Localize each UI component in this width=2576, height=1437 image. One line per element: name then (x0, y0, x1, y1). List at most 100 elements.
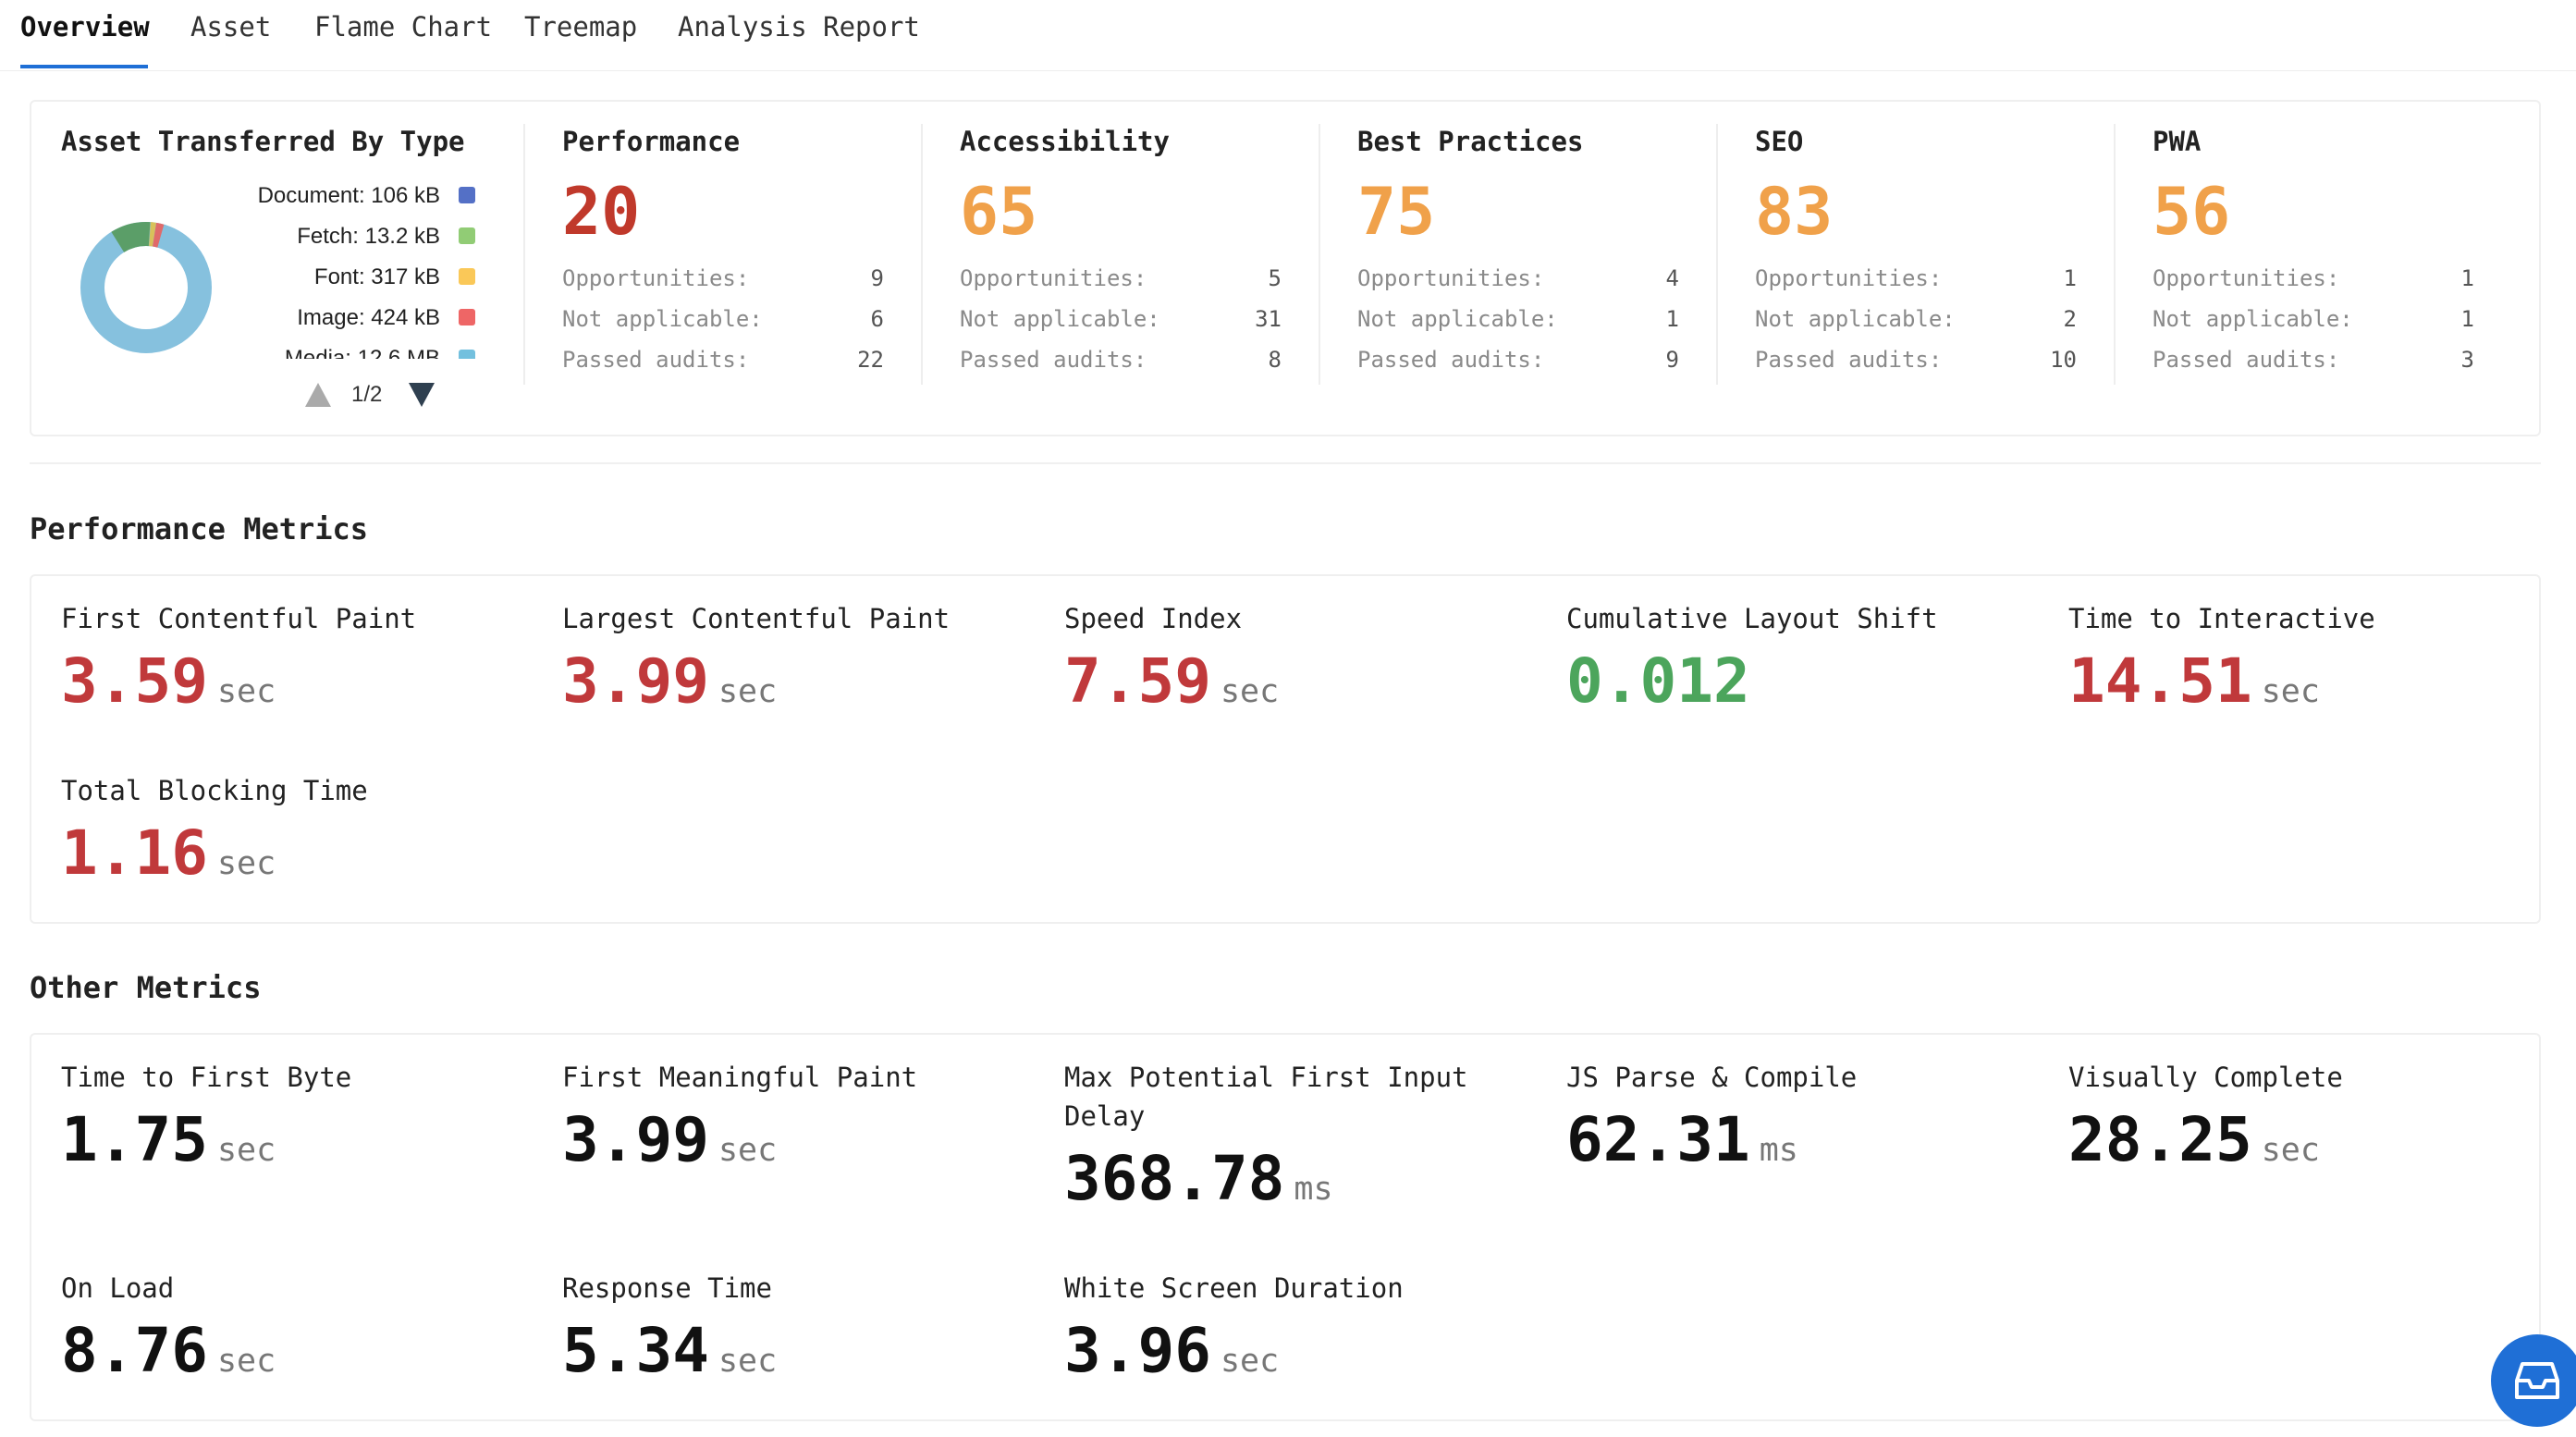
triangle-up-icon[interactable] (303, 381, 333, 409)
metric-label: Response Time (562, 1272, 772, 1304)
metric-number: 8.76 (61, 1315, 208, 1386)
stat-label: Passed audits: (562, 347, 750, 373)
metric-label: Time to Interactive (2068, 603, 2375, 634)
metric-value: 1.75 sec (61, 1110, 276, 1171)
metric-unit: sec (718, 1343, 778, 1380)
metric-value: 7.59 sec (1064, 651, 1279, 712)
metric-unit: sec (2261, 673, 2320, 710)
stat-value: 31 (1255, 306, 1282, 332)
stat-value: 9 (870, 265, 884, 291)
stat-label: Not applicable: (2153, 306, 2353, 332)
metric-label: Visually Complete (2068, 1062, 2343, 1093)
stat-value: 1 (2063, 265, 2077, 291)
divider (523, 124, 525, 385)
metric-number: 7.59 (1064, 645, 1211, 717)
metric-number: 14.51 (2068, 645, 2252, 717)
metric-number: 5.34 (562, 1315, 709, 1386)
category-title: PWA (2153, 126, 2202, 157)
tab-treemap[interactable]: Treemap (524, 11, 637, 43)
section-divider (30, 462, 2541, 464)
category-title: Accessibility (960, 126, 1170, 157)
legend-swatch-image (459, 309, 475, 325)
category-score: 20 (562, 174, 641, 250)
metric-value: 3.59 sec (61, 651, 276, 712)
inbox-icon (2515, 1362, 2559, 1399)
category-score: 65 (960, 174, 1038, 250)
metric-unit: sec (718, 1132, 778, 1169)
tab-asset[interactable]: Asset (190, 11, 271, 43)
tab-flame-chart[interactable]: Flame Chart (314, 11, 492, 43)
metric-unit: sec (1220, 1343, 1280, 1380)
triangle-down-icon[interactable] (407, 381, 436, 409)
metric-unit: ms (1294, 1171, 1333, 1208)
metric-label: Cumulative Layout Shift (1566, 603, 1938, 634)
metric-unit: ms (1759, 1132, 1798, 1169)
asset-donut-chart (80, 222, 212, 353)
divider (1319, 124, 1320, 385)
stat-label: Opportunities: (1755, 265, 1943, 291)
metric-number: 3.99 (562, 645, 709, 717)
asset-legend: Document: 106 kB Fetch: 13.2 kB Font: 31… (231, 183, 499, 359)
stat-value: 1 (2460, 265, 2474, 291)
metric-number: 3.99 (562, 1104, 709, 1175)
stat-value: 3 (2460, 347, 2474, 373)
stat-label: Passed audits: (1357, 347, 1545, 373)
metric-unit: sec (2261, 1132, 2320, 1169)
metric-value: 1.16 sec (61, 823, 276, 884)
metric-value: 62.31 ms (1566, 1110, 1798, 1171)
metric-number: 0.012 (1566, 645, 1750, 717)
metric-unit: sec (216, 1132, 276, 1169)
metric-value: 5.34 sec (562, 1320, 777, 1382)
legend-item-media: Media: 12.6 MB (284, 346, 440, 359)
tab-overview[interactable]: Overview (20, 11, 150, 43)
legend-pager-text: 1/2 (351, 382, 383, 407)
stat-label: Opportunities: (1357, 265, 1545, 291)
metric-number: 3.96 (1064, 1315, 1211, 1386)
stat-value: 6 (870, 306, 884, 332)
stat-label: Not applicable: (1755, 306, 1956, 332)
metric-number: 28.25 (2068, 1104, 2252, 1175)
divider (2114, 124, 2116, 385)
category-title: SEO (1755, 126, 1804, 157)
legend-item-document: Document: 106 kB (257, 183, 440, 208)
metric-value: 3.99 sec (562, 651, 777, 712)
metric-value: 8.76 sec (61, 1320, 276, 1382)
metric-value: 14.51 sec (2068, 651, 2320, 712)
floating-action-button[interactable] (2491, 1334, 2576, 1427)
metric-value: 3.96 sec (1064, 1320, 1279, 1382)
metric-label: JS Parse & Compile (1566, 1062, 1858, 1093)
stat-value: 10 (2050, 347, 2077, 373)
metric-unit: sec (718, 673, 778, 710)
stat-label: Passed audits: (960, 347, 1147, 373)
legend-swatch-document (459, 187, 475, 203)
category-score: 56 (2153, 174, 2231, 250)
metric-value: 368.78 ms (1064, 1148, 1333, 1210)
metric-unit: sec (216, 673, 276, 710)
performance-metrics-title: Performance Metrics (30, 511, 369, 547)
metric-label: Time to First Byte (61, 1062, 352, 1093)
stat-value: 1 (1665, 306, 1679, 332)
legend-item-font: Font: 317 kB (313, 264, 440, 289)
stat-label: Not applicable: (1357, 306, 1558, 332)
stat-value: 5 (1268, 265, 1282, 291)
category-title: Best Practices (1357, 126, 1584, 157)
stat-label: Passed audits: (1755, 347, 1943, 373)
metric-label: Speed Index (1064, 603, 1243, 634)
tab-divider (0, 70, 2576, 71)
metric-number: 1.75 (61, 1104, 208, 1175)
category-title: Performance (562, 126, 741, 157)
metric-label: White Screen Duration (1064, 1272, 1404, 1304)
metric-value: 3.99 sec (562, 1110, 777, 1171)
metric-value: 28.25 sec (2068, 1110, 2320, 1171)
metric-value: 0.012 (1566, 651, 1750, 712)
tab-analysis-report[interactable]: Analysis Report (678, 11, 920, 43)
stat-value: 9 (1665, 347, 1679, 373)
stat-value: 1 (2460, 306, 2474, 332)
divider (921, 124, 923, 385)
metric-unit: sec (216, 1343, 276, 1380)
legend-item-image: Image: 424 kB (297, 305, 440, 330)
metric-unit: sec (216, 845, 276, 882)
metric-number: 1.16 (61, 817, 208, 889)
legend-swatch-font (459, 268, 475, 285)
legend-swatch-media (459, 350, 475, 359)
